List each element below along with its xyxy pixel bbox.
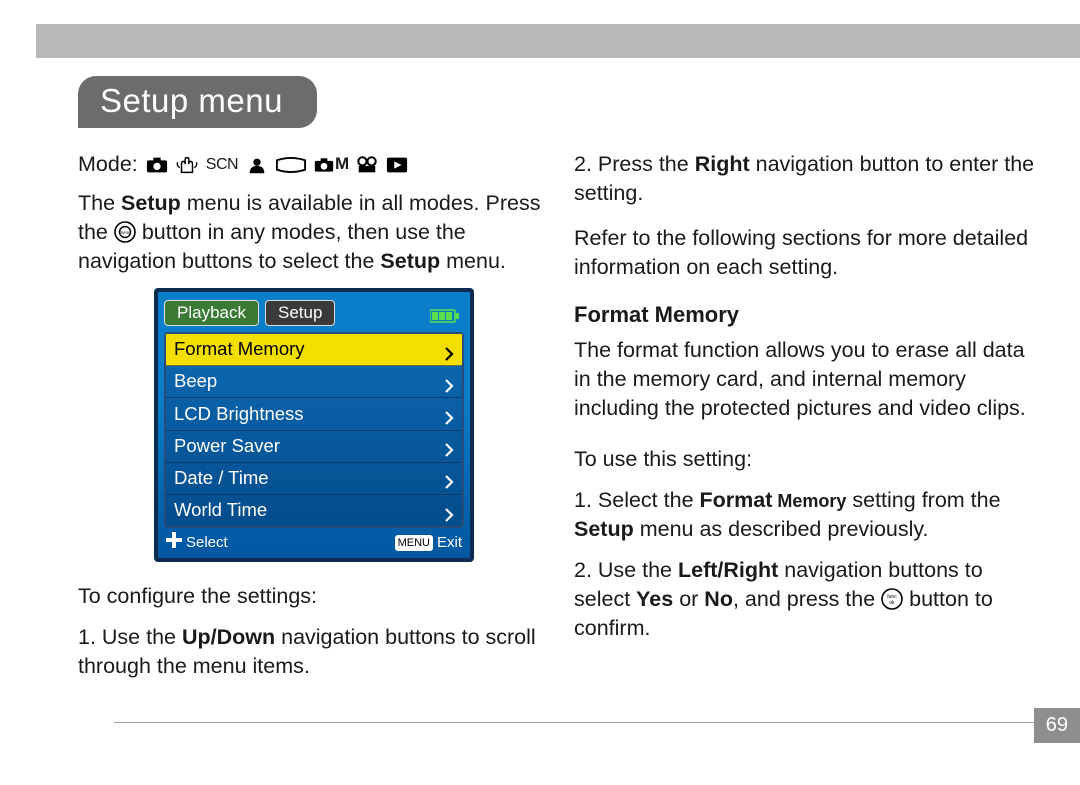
- bold-format: Format: [700, 488, 773, 512]
- lcd-item-lcd-brightness: LCD Brightness: [166, 398, 462, 430]
- left-step-1: 1. Use the Up/Down navigation buttons to…: [78, 623, 542, 681]
- lcd-item-label: Format Memory: [174, 337, 305, 362]
- text: 2. Use the: [574, 558, 678, 582]
- panorama-icon: [276, 156, 306, 174]
- lcd-item-label: Beep: [174, 369, 217, 394]
- bold-leftright: Left/Right: [678, 558, 778, 582]
- format-memory-body: The format function allows you to erase …: [574, 336, 1038, 423]
- to-use-label: To use this setting:: [574, 445, 1038, 474]
- lcd-item-world-time: World Time: [166, 495, 462, 526]
- bold-no: No: [704, 587, 733, 611]
- lcd-item-label: World Time: [174, 498, 267, 523]
- right-step-2: 2. Press the Right navigation button to …: [574, 150, 1038, 208]
- text: 2. Press the: [574, 152, 695, 176]
- fm-step-2: 2. Use the Left/Right navigation buttons…: [574, 556, 1038, 643]
- bold-setup: Setup: [121, 191, 181, 215]
- manual-m-label: M: [335, 153, 348, 176]
- mode-label: Mode:: [78, 150, 138, 179]
- hand-shake-icon: [176, 156, 198, 174]
- lcd-item-date-time: Date / Time: [166, 463, 462, 495]
- lcd-item-label: Power Saver: [174, 434, 280, 459]
- two-column-layout: Mode: SCN M: [78, 150, 1038, 693]
- movie-icon: [356, 156, 378, 174]
- text: The: [78, 191, 121, 215]
- chevron-right-icon: [444, 504, 454, 518]
- header-stripe: [36, 24, 1080, 58]
- bold-setup: Setup: [380, 249, 440, 273]
- menu-key-icon: MENU: [395, 535, 433, 552]
- camera-icon: [146, 156, 168, 174]
- lcd-item-label: Date / Time: [174, 466, 269, 491]
- svg-text:ok: ok: [890, 600, 896, 606]
- page-content: Setup menu Mode: SCN: [36, 60, 1080, 765]
- text: menu as described previously.: [634, 517, 929, 541]
- lcd-item-format-memory: Format Memory: [166, 334, 462, 366]
- lcd-item-power-saver: Power Saver: [166, 431, 462, 463]
- portrait-icon: [246, 156, 268, 174]
- page-number: 69: [1034, 708, 1080, 743]
- chevron-right-icon: [444, 343, 454, 357]
- lcd-item-beep: Beep: [166, 366, 462, 398]
- bold-right: Right: [695, 152, 750, 176]
- manual-mode-icon: M: [314, 153, 348, 176]
- lcd-item-label: LCD Brightness: [174, 402, 304, 427]
- bold-setup: Setup: [574, 517, 634, 541]
- chevron-right-icon: [444, 471, 454, 485]
- lcd-footer: Select MENU Exit: [166, 532, 462, 554]
- chevron-right-icon: [444, 375, 454, 389]
- lcd-footer-exit-label: Exit: [437, 533, 462, 553]
- configure-label: To configure the settings:: [78, 582, 542, 611]
- section-title: Setup menu: [78, 76, 317, 128]
- func-ok-button-icon: funcok: [881, 588, 903, 610]
- text: 1. Use the: [78, 625, 182, 649]
- bold-yes: Yes: [636, 587, 673, 611]
- footer-rule: [114, 722, 1078, 723]
- format-memory-heading: Format Memory: [574, 300, 1038, 330]
- lcd-footer-exit: MENU Exit: [395, 533, 462, 553]
- lcd-footer-select: Select: [166, 532, 228, 554]
- scn-icon: SCN: [206, 154, 238, 176]
- text: , and press the: [733, 587, 881, 611]
- battery-icon: [430, 302, 460, 316]
- lcd-tab-row: Playback Setup: [164, 298, 464, 328]
- bold-memory-small: Memory: [772, 491, 846, 511]
- mode-row: Mode: SCN M: [78, 150, 542, 179]
- chevron-right-icon: [444, 407, 454, 421]
- svg-text:menu: menu: [120, 230, 131, 235]
- right-column: 2. Press the Right navigation button to …: [574, 150, 1038, 693]
- text: 1. Select the: [574, 488, 700, 512]
- lcd-footer-select-label: Select: [186, 533, 228, 553]
- menu-button-icon: menu: [114, 221, 136, 243]
- text: or: [673, 587, 704, 611]
- text: menu.: [440, 249, 506, 273]
- lcd-tab-playback: Playback: [164, 300, 259, 326]
- fm-step-1: 1. Select the Format Memory setting from…: [574, 486, 1038, 544]
- camera-small-icon: [314, 156, 334, 174]
- bold-updown: Up/Down: [182, 625, 275, 649]
- refer-paragraph: Refer to the following sections for more…: [574, 224, 1038, 282]
- text: setting from the: [846, 488, 1000, 512]
- lcd-tab-setup: Setup: [265, 300, 335, 326]
- left-column: Mode: SCN M: [78, 150, 542, 693]
- intro-paragraph: The Setup menu is available in all modes…: [78, 189, 542, 276]
- dpad-icon: [166, 532, 182, 554]
- lcd-menu-list: Format Memory Beep LCD Brightness Power …: [164, 332, 464, 528]
- lcd-screenshot: Playback Setup Format Memory Beep: [154, 288, 474, 562]
- chevron-right-icon: [444, 439, 454, 453]
- playback-icon: [386, 156, 408, 174]
